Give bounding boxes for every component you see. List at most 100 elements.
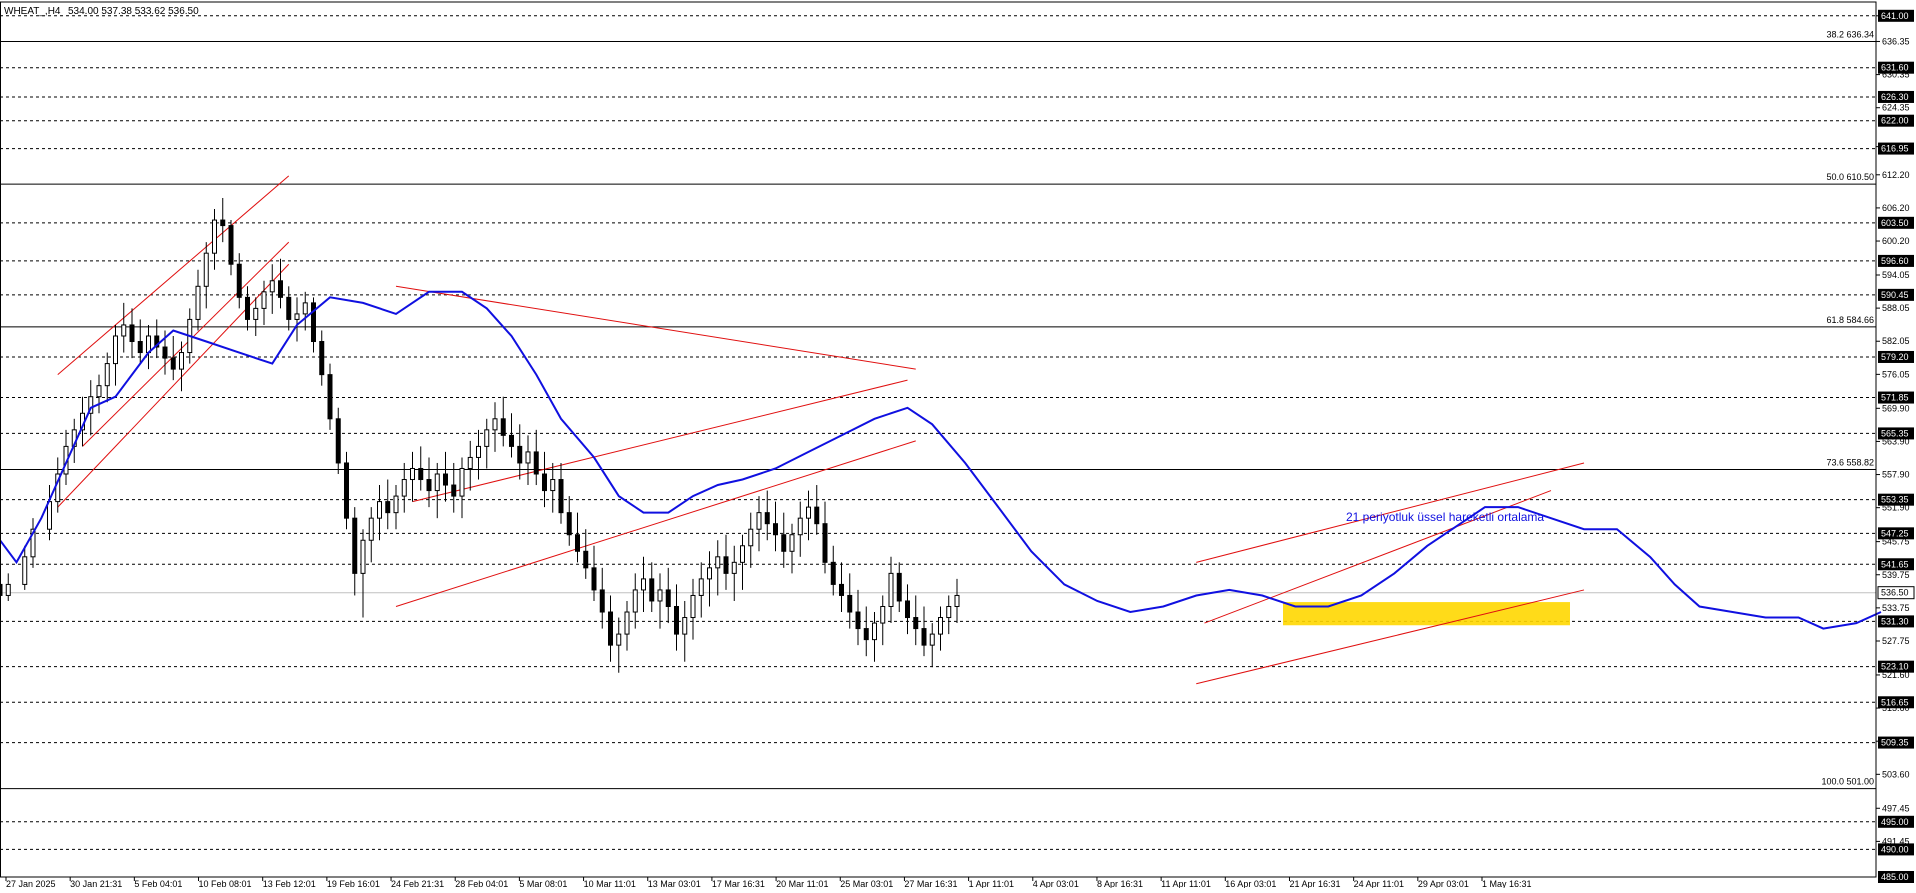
channel-2-line xyxy=(395,440,916,607)
price-level-box-label: 485.00 xyxy=(1881,872,1909,882)
candle-body xyxy=(814,506,820,525)
price-level-box-label: 631.60 xyxy=(1881,63,1909,73)
candle-body xyxy=(896,572,902,602)
candle-body xyxy=(426,479,432,492)
candle-body xyxy=(278,280,283,298)
candle-body xyxy=(731,561,737,574)
y-tick-label: 527.75 xyxy=(1882,636,1910,646)
fibonacci-label: 100.0 501.00 xyxy=(1821,777,1874,787)
x-tick-label: 5 Feb 04:01 xyxy=(134,879,182,888)
candle-body xyxy=(401,479,407,497)
price-level-box-label: 596.60 xyxy=(1881,256,1909,266)
candle-body xyxy=(344,462,349,519)
price-level-box-label: 603.50 xyxy=(1881,218,1909,228)
candle-body xyxy=(806,506,811,519)
candle-body xyxy=(360,539,366,574)
fibonacci-layer: 38.2 636.34 50.0 610.50 61.8 584.66 73.6 55… xyxy=(0,30,1876,790)
x-tick-label: 4 Apr 03:01 xyxy=(1033,879,1079,888)
candle-body xyxy=(558,479,564,514)
candle-body xyxy=(929,633,935,646)
candle-body xyxy=(410,467,415,481)
candle-body xyxy=(245,296,250,320)
candle-body xyxy=(641,578,646,591)
candle-body xyxy=(459,467,465,497)
x-tick-label: 1 May 16:31 xyxy=(1482,879,1532,888)
candle-body xyxy=(797,517,803,536)
candle-body xyxy=(764,512,770,525)
x-tick-label: 30 Jan 21:31 xyxy=(70,879,122,888)
candle-body xyxy=(525,451,531,464)
y-tick-label: 557.90 xyxy=(1882,470,1910,480)
candle-body xyxy=(418,467,424,481)
candle-body xyxy=(781,534,787,552)
price-level-box-label: 565.35 xyxy=(1881,428,1909,438)
candle-body xyxy=(723,556,729,574)
y-tick-label: 533.75 xyxy=(1882,603,1910,613)
x-tick-label: 27 Mar 16:31 xyxy=(904,879,957,888)
candle-body xyxy=(261,291,267,309)
y-tick-label: 624.35 xyxy=(1882,103,1910,113)
candle-body xyxy=(839,583,844,596)
x-tick-label: 11 Apr 11:01 xyxy=(1161,879,1211,888)
candle-body xyxy=(674,605,679,635)
candle-body xyxy=(773,523,778,536)
candle-body xyxy=(484,429,490,447)
price-level-box-label: 509.35 xyxy=(1881,738,1909,748)
candle-body xyxy=(938,617,943,635)
axes-layer: 641.00636.35630.35624.35617.30612.20606.… xyxy=(0,1,1915,889)
candle-body xyxy=(608,611,613,646)
candle-body xyxy=(179,352,184,370)
chart-header-ohlc: 534.00 537.38 533.62 536.50 xyxy=(68,6,199,17)
candle-body xyxy=(682,617,688,635)
y-tick-label: 606.20 xyxy=(1882,203,1910,213)
candle-body xyxy=(509,434,514,447)
candle-body xyxy=(888,572,894,607)
candle-body xyxy=(599,589,605,613)
candle-body xyxy=(632,589,638,613)
fibonacci-label: 38.2 636.34 xyxy=(1826,30,1874,40)
candle-body xyxy=(583,550,589,569)
y-tick-label: 636.35 xyxy=(1882,36,1910,46)
x-tick-label: 25 Mar 03:01 xyxy=(840,879,893,888)
candle-body xyxy=(822,523,828,563)
candle-body xyxy=(756,512,762,530)
y-tick-label: 582.05 xyxy=(1882,336,1910,346)
price-level-box-label: 579.20 xyxy=(1881,352,1909,362)
ema-line xyxy=(0,290,1882,630)
candle-body xyxy=(830,561,836,585)
y-tick-label: 588.05 xyxy=(1882,303,1910,313)
x-tick-label: 29 Apr 03:01 xyxy=(1418,879,1469,888)
ema-legend-label: 21 periyotluk üssel hareketli ortalama xyxy=(1346,510,1544,524)
x-tick-label: 19 Feb 16:01 xyxy=(327,879,380,888)
candle-body xyxy=(591,567,597,591)
candle-body xyxy=(847,594,853,613)
candle-body xyxy=(137,341,143,354)
candle-body xyxy=(880,605,886,624)
candle-body xyxy=(954,594,960,607)
candle-body xyxy=(533,451,539,475)
x-tick-label: 20 Mar 11:01 xyxy=(776,879,828,888)
candle-body xyxy=(269,280,275,293)
x-tick-label: 13 Feb 12:01 xyxy=(263,879,316,888)
x-tick-label: 10 Mar 11:01 xyxy=(584,879,636,888)
plot-border xyxy=(0,1,1877,878)
candle-body xyxy=(500,418,506,436)
candle-body xyxy=(236,263,242,298)
y-tick-label: 594.05 xyxy=(1882,270,1910,280)
candle-body xyxy=(443,473,448,486)
candle-body xyxy=(467,456,473,469)
candle-body xyxy=(22,556,28,585)
price-level-box-label: 523.10 xyxy=(1881,662,1909,672)
candle-body xyxy=(690,594,696,619)
y-tick-label: 497.45 xyxy=(1882,803,1910,813)
y-tick-label: 539.75 xyxy=(1882,570,1910,580)
candle-body xyxy=(913,617,919,630)
candle-body xyxy=(104,363,110,387)
price-level-box-label: 553.35 xyxy=(1881,495,1909,505)
candle-body xyxy=(393,495,399,514)
x-tick-label: 27 Jan 2025 xyxy=(6,879,56,888)
candle-body xyxy=(47,501,52,530)
fibonacci-label: 61.8 584.66 xyxy=(1826,315,1874,325)
y-tick-label: 503.60 xyxy=(1882,769,1910,779)
price-level-box-label: 626.30 xyxy=(1881,92,1909,102)
